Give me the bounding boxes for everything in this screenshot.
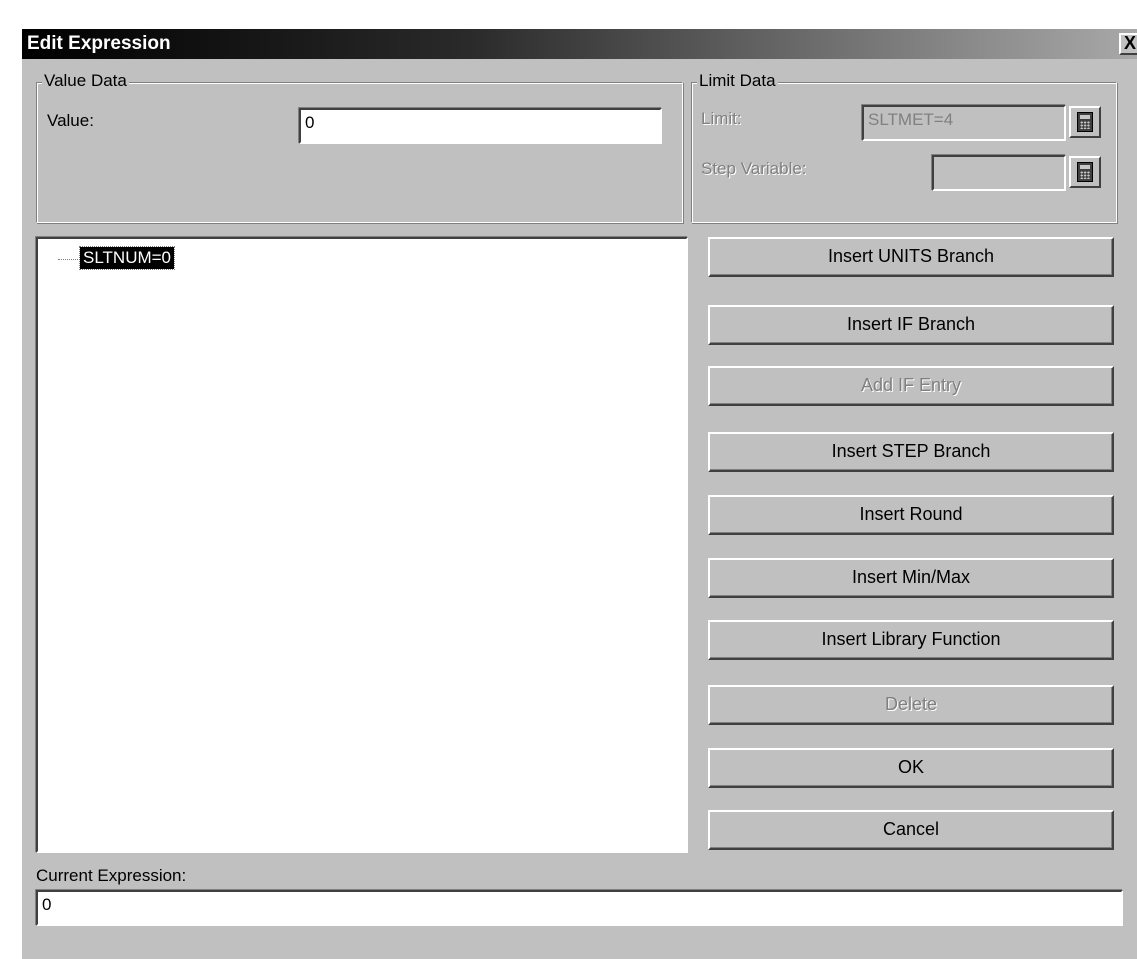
step-variable-label: Step Variable: — [701, 159, 807, 178]
insert-library-function-button[interactable]: Insert Library Function — [708, 620, 1114, 660]
tree-connector-line — [58, 259, 78, 260]
title-bar[interactable]: Edit Expression X — [22, 29, 1137, 59]
insert-step-branch-button[interactable]: Insert STEP Branch — [708, 432, 1114, 472]
edit-expression-dialog: Edit Expression X Value Data Value: 0 Li… — [22, 29, 1137, 959]
value-label: Value: — [47, 111, 94, 130]
window-title: Edit Expression — [27, 33, 171, 54]
value-data-group: Value Data Value: 0 — [36, 71, 683, 223]
step-variable-field — [932, 155, 1066, 191]
close-icon: X — [1123, 33, 1136, 53]
value-input[interactable]: 0 — [299, 108, 662, 144]
ok-button[interactable]: OK — [708, 748, 1114, 788]
current-expression-label: Current Expression: — [36, 866, 187, 885]
tree-node-sltnum[interactable]: SLTNUM=0 — [78, 246, 176, 270]
insert-if-branch-button[interactable]: Insert IF Branch — [708, 305, 1114, 345]
insert-min-max-button[interactable]: Insert Min/Max — [708, 558, 1114, 598]
step-variable-calculator-button — [1069, 156, 1101, 188]
delete-button: Delete — [708, 685, 1114, 725]
cancel-button[interactable]: Cancel — [708, 810, 1114, 850]
calculator-icon — [1077, 162, 1093, 182]
insert-units-branch-button[interactable]: Insert UNITS Branch — [708, 237, 1114, 277]
expression-tree[interactable]: SLTNUM=0 — [36, 237, 688, 853]
current-expression-field[interactable]: 0 — [36, 890, 1123, 926]
limit-field: SLTMET=4 — [862, 105, 1066, 141]
value-data-legend: Value Data — [42, 71, 129, 91]
limit-data-legend: Limit Data — [697, 71, 778, 91]
limit-data-group: Limit Data Limit: SLTMET=4 Step Variable… — [691, 71, 1117, 223]
add-if-entry-button: Add IF Entry — [708, 366, 1114, 406]
limit-calculator-button — [1069, 106, 1101, 138]
calculator-icon — [1077, 112, 1093, 132]
limit-label: Limit: — [701, 109, 742, 128]
close-button[interactable]: X — [1119, 33, 1137, 55]
insert-round-button[interactable]: Insert Round — [708, 495, 1114, 535]
